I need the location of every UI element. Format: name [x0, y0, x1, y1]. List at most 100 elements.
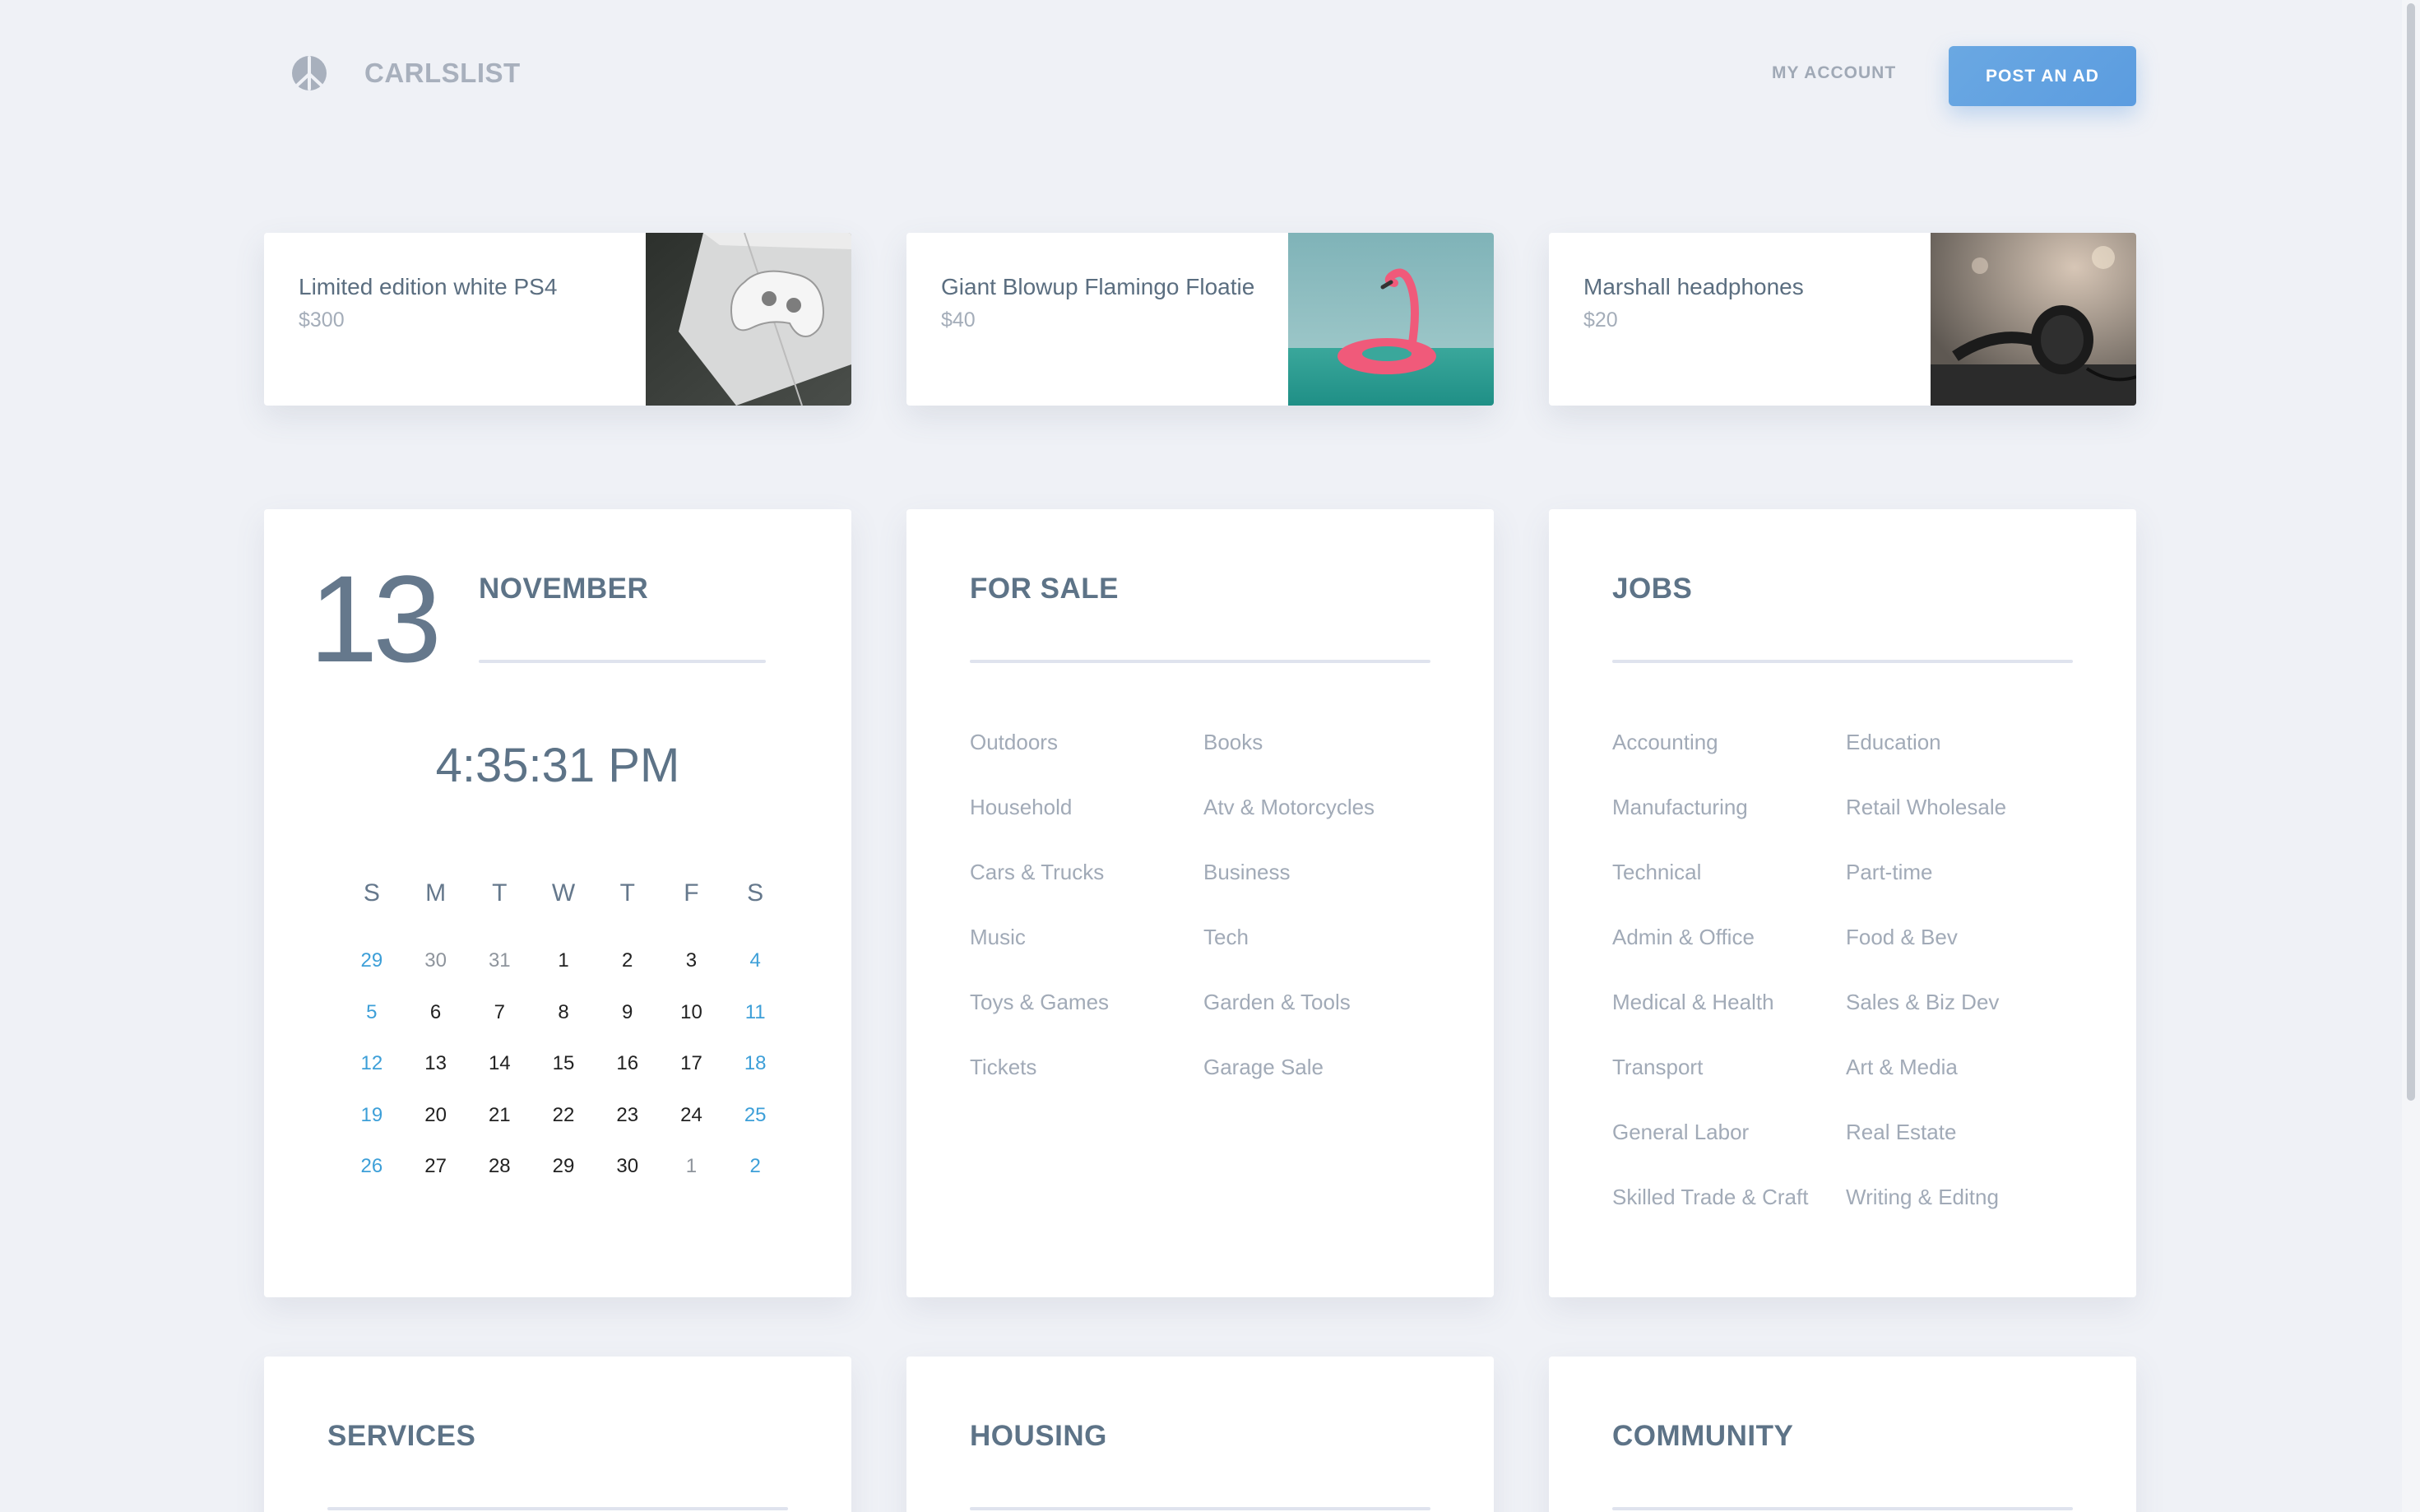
ad-title[interactable]: Marshall headphones [1583, 271, 1912, 304]
calendar-day[interactable]: 29 [340, 949, 404, 972]
current-month: NOVEMBER [479, 573, 649, 605]
calendar-day[interactable]: 11 [723, 1001, 787, 1024]
month-divider [479, 660, 766, 663]
peace-sign-logo-icon[interactable] [290, 54, 328, 92]
ad-title[interactable]: Giant Blowup Flamingo Floatie [941, 271, 1270, 304]
category-link[interactable]: Outdoors [970, 728, 1200, 793]
calendar-day[interactable]: 12 [340, 1052, 404, 1075]
calendar-day[interactable]: 18 [723, 1052, 787, 1075]
services-heading[interactable]: SERVICES [327, 1420, 475, 1453]
category-link[interactable]: Technical [1612, 858, 1843, 923]
calendar-day[interactable]: 19 [340, 1104, 404, 1127]
category-link[interactable]: Toys & Games [970, 988, 1200, 1053]
calendar-day[interactable]: 2 [723, 1155, 787, 1178]
current-day-number: 13 [309, 550, 442, 688]
for-sale-heading[interactable]: FOR SALE [970, 573, 1119, 605]
calendar-day[interactable]: 1 [660, 1155, 724, 1178]
marshall-headphones-photo[interactable] [1931, 233, 2136, 406]
featured-ad-card[interactable]: Giant Blowup Flamingo Floatie $40 [906, 233, 1494, 406]
category-link[interactable]: Business [1203, 858, 1434, 923]
calendar-day[interactable]: 9 [596, 1001, 660, 1024]
section-divider [1612, 660, 2073, 663]
current-time: 4:35:31 PM [435, 739, 680, 792]
calendar-day[interactable]: 30 [596, 1155, 660, 1178]
ps4-controller-photo[interactable] [646, 233, 851, 406]
ad-title[interactable]: Limited edition white PS4 [299, 271, 628, 304]
calendar-day[interactable]: 4 [723, 949, 787, 972]
calendar-day[interactable]: 22 [531, 1104, 596, 1127]
calendar-day[interactable]: 7 [467, 1001, 531, 1024]
calendar-day[interactable]: 20 [404, 1104, 468, 1127]
category-link[interactable]: Garage Sale [1203, 1053, 1434, 1118]
ad-price: $300 [299, 308, 345, 332]
category-column: Accounting Manufacturing Technical Admin… [1612, 728, 1843, 1248]
category-link[interactable]: Household [970, 793, 1200, 858]
category-link[interactable]: Education [1846, 728, 2076, 793]
calendar-day[interactable]: 24 [660, 1104, 724, 1127]
calendar-day[interactable]: 16 [596, 1052, 660, 1075]
calendar-week: 26 27 28 29 30 1 2 [340, 1155, 787, 1178]
calendar-day[interactable]: 14 [467, 1052, 531, 1075]
category-link[interactable]: Accounting [1612, 728, 1843, 793]
category-link[interactable]: Tech [1203, 923, 1434, 988]
category-link[interactable]: Art & Media [1846, 1053, 2076, 1118]
calendar-day[interactable]: 1 [531, 949, 596, 972]
scrollbar-thumb[interactable] [2407, 3, 2415, 1101]
scrollbar-track[interactable] [2402, 0, 2420, 1512]
category-link[interactable]: Cars & Trucks [970, 858, 1200, 923]
calendar-day[interactable]: 15 [531, 1052, 596, 1075]
ad-info: Giant Blowup Flamingo Floatie $40 [941, 271, 1270, 332]
calendar-panel: 13 NOVEMBER 4:35:31 PM S M T W T F S 29 … [264, 509, 851, 1297]
my-account-link[interactable]: MY ACCOUNT [1772, 63, 1896, 83]
services-panel: SERVICES [264, 1357, 851, 1512]
category-link[interactable]: Garden & Tools [1203, 988, 1434, 1053]
ad-price: $20 [1583, 308, 1618, 332]
calendar-day[interactable]: 26 [340, 1155, 404, 1178]
ad-info: Marshall headphones $20 [1583, 271, 1912, 332]
section-divider [1612, 1507, 2073, 1510]
jobs-heading[interactable]: JOBS [1612, 573, 1692, 605]
housing-heading[interactable]: HOUSING [970, 1420, 1107, 1453]
calendar-day[interactable]: 17 [660, 1052, 724, 1075]
category-link[interactable]: Transport [1612, 1053, 1843, 1118]
featured-ad-card[interactable]: Marshall headphones $20 [1549, 233, 2136, 406]
category-link[interactable]: Skilled Trade & Craft [1612, 1183, 1843, 1248]
calendar-day[interactable]: 27 [404, 1155, 468, 1178]
calendar-day[interactable]: 21 [467, 1104, 531, 1127]
category-link[interactable]: Manufacturing [1612, 793, 1843, 858]
category-link[interactable]: Part-time [1846, 858, 2076, 923]
category-link[interactable]: Music [970, 923, 1200, 988]
calendar-day[interactable]: 5 [340, 1001, 404, 1024]
category-link[interactable]: Tickets [970, 1053, 1200, 1118]
featured-ad-card[interactable]: Limited edition white PS4 $300 [264, 233, 851, 406]
calendar-day[interactable]: 31 [467, 949, 531, 972]
calendar-day[interactable]: 2 [596, 949, 660, 972]
community-heading[interactable]: COMMUNITY [1612, 1420, 1793, 1453]
category-link[interactable]: Admin & Office [1612, 923, 1843, 988]
category-link[interactable]: Atv & Motorcycles [1203, 793, 1434, 858]
calendar-day[interactable]: 10 [660, 1001, 724, 1024]
flamingo-floatie-photo[interactable] [1288, 233, 1494, 406]
calendar-day[interactable]: 13 [404, 1052, 468, 1075]
category-link[interactable]: Writing & Editng [1846, 1183, 2076, 1248]
category-link[interactable]: General Labor [1612, 1118, 1843, 1183]
post-an-ad-button[interactable]: POST AN AD [1949, 46, 2136, 106]
calendar-day[interactable]: 30 [404, 949, 468, 972]
category-link[interactable]: Sales & Biz Dev [1846, 988, 2076, 1053]
calendar-day[interactable]: 23 [596, 1104, 660, 1127]
calendar-day[interactable]: 8 [531, 1001, 596, 1024]
calendar-day[interactable]: 25 [723, 1104, 787, 1127]
category-link[interactable]: Real Estate [1846, 1118, 2076, 1183]
brand-name[interactable]: CARLSLIST [364, 58, 521, 89]
jobs-panel: JOBS Accounting Manufacturing Technical … [1549, 509, 2136, 1297]
calendar-day[interactable]: 29 [531, 1155, 596, 1178]
category-link[interactable]: Medical & Health [1612, 988, 1843, 1053]
category-link[interactable]: Books [1203, 728, 1434, 793]
calendar-day[interactable]: 6 [404, 1001, 468, 1024]
calendar-day[interactable]: 3 [660, 949, 724, 972]
category-link[interactable]: Retail Wholesale [1846, 793, 2076, 858]
category-link[interactable]: Food & Bev [1846, 923, 2076, 988]
calendar-day[interactable]: 28 [467, 1155, 531, 1178]
weekday-label: M [425, 879, 447, 907]
weekday-label: S [363, 879, 380, 907]
